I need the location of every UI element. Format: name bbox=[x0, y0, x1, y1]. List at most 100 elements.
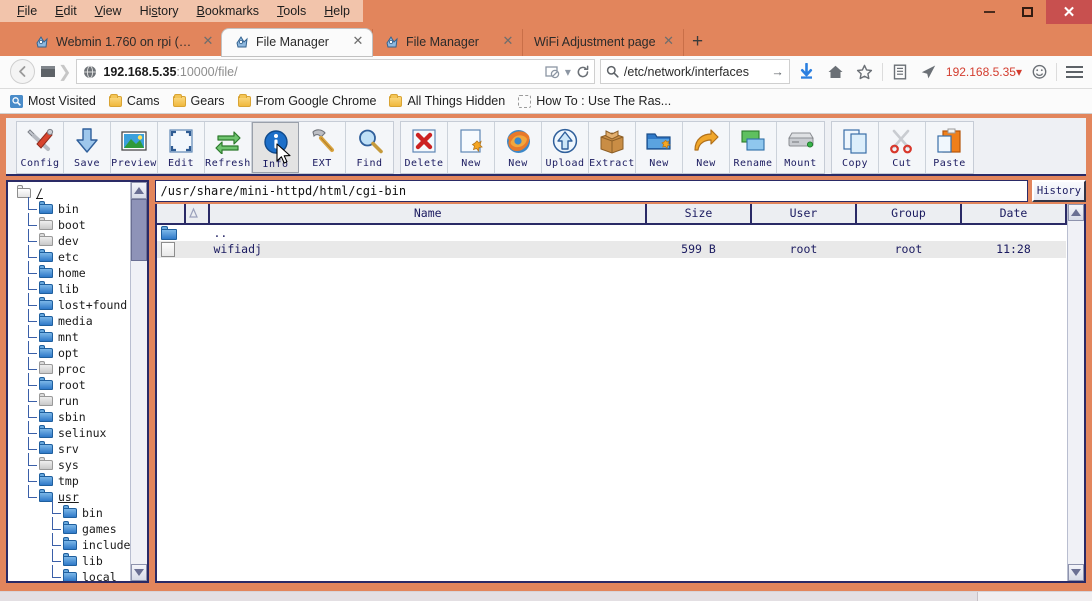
page-horizontal-scrollbar[interactable] bbox=[0, 591, 1092, 601]
toolbar-paste-button[interactable]: Paste bbox=[926, 122, 973, 173]
tree-node-etc[interactable]: etc bbox=[16, 249, 130, 265]
back-button[interactable] bbox=[10, 59, 35, 84]
scroll-track[interactable] bbox=[131, 199, 147, 564]
column-select-all[interactable] bbox=[157, 204, 185, 224]
row-name[interactable]: .. bbox=[209, 224, 646, 241]
toolbar-cut-button[interactable]: Cut bbox=[879, 122, 926, 173]
minimize-button[interactable] bbox=[970, 0, 1008, 24]
menu-help[interactable]: Help bbox=[315, 2, 359, 20]
file-list-scrollbar[interactable] bbox=[1067, 204, 1084, 581]
downloads-icon[interactable] bbox=[795, 59, 819, 85]
menu-file[interactable]: File bbox=[8, 2, 46, 20]
block-images-icon[interactable] bbox=[545, 65, 560, 79]
toolbar-find-button[interactable]: Find bbox=[346, 122, 393, 173]
tree-node-tmp[interactable]: tmp bbox=[16, 473, 130, 489]
tree-node-proc[interactable]: proc bbox=[16, 361, 130, 377]
bookmark-from-google-chrome[interactable]: From Google Chrome bbox=[238, 94, 377, 108]
bookmark-cams[interactable]: Cams bbox=[109, 94, 160, 108]
toolbar-new-browser-button[interactable]: New bbox=[495, 122, 542, 173]
column-user[interactable]: User bbox=[751, 204, 856, 224]
tab-file-manager-2[interactable]: File Manager ✕ bbox=[372, 29, 522, 56]
tree-node-usr[interactable]: usr bbox=[16, 489, 130, 505]
column-name[interactable]: Name bbox=[209, 204, 646, 224]
home-icon[interactable] bbox=[824, 59, 848, 85]
row-check-cell[interactable] bbox=[185, 224, 209, 241]
toolbar-delete-button[interactable]: Delete bbox=[401, 122, 448, 173]
tree-node-usr-include[interactable]: include bbox=[16, 537, 130, 553]
row-check-cell[interactable] bbox=[185, 241, 209, 258]
tree-node-usr-bin[interactable]: bin bbox=[16, 505, 130, 521]
tab-close-icon[interactable]: ✕ bbox=[502, 36, 514, 48]
toolbar-edit-button[interactable]: Edit bbox=[158, 122, 205, 173]
column-group[interactable]: Group bbox=[856, 204, 961, 224]
tab-wifi-adjustment[interactable]: WiFi Adjustment page ✕ bbox=[522, 29, 683, 56]
menu-history[interactable]: History bbox=[131, 2, 188, 20]
toolbar-info-button[interactable]: Info bbox=[252, 122, 299, 173]
menu-view[interactable]: View bbox=[86, 2, 131, 20]
close-button[interactable]: ✕ bbox=[1046, 0, 1092, 24]
tree-node-usr-local[interactable]: local bbox=[16, 569, 130, 581]
toolbar-extract-button[interactable]: Extract bbox=[589, 122, 636, 173]
tree-node-selinux[interactable]: selinux bbox=[16, 425, 130, 441]
identity-indicator[interactable]: 192.168.5.35▾ bbox=[946, 65, 1022, 79]
new-tab-button[interactable]: + bbox=[683, 29, 713, 56]
tab-close-icon[interactable]: ✕ bbox=[663, 36, 675, 48]
toolbar-new-symlink-button[interactable]: New bbox=[683, 122, 730, 173]
tree-node-bin[interactable]: bin bbox=[16, 201, 130, 217]
tree-node-lib[interactable]: lib bbox=[16, 281, 130, 297]
toolbar-ext-button[interactable]: EXT bbox=[299, 122, 346, 173]
scroll-down-button[interactable] bbox=[1068, 564, 1084, 581]
row-name[interactable]: wifiadj bbox=[209, 241, 646, 258]
scroll-track[interactable] bbox=[1068, 221, 1084, 564]
tree-node-media[interactable]: media bbox=[16, 313, 130, 329]
tree-node-sys[interactable]: sys bbox=[16, 457, 130, 473]
table-row[interactable]: wifiadj 599 B root root 11:28 bbox=[157, 241, 1066, 258]
tree-node-home[interactable]: home bbox=[16, 265, 130, 281]
search-go-icon[interactable]: → bbox=[771, 65, 784, 79]
send-tab-icon[interactable] bbox=[917, 59, 941, 85]
toolbar-refresh-button[interactable]: Refresh bbox=[205, 122, 252, 173]
tree-node-boot[interactable]: boot bbox=[16, 217, 130, 233]
tree-node-usr-lib[interactable]: lib bbox=[16, 553, 130, 569]
menu-bookmarks[interactable]: Bookmarks bbox=[188, 2, 269, 20]
tree-node-dev[interactable]: dev bbox=[16, 233, 130, 249]
scroll-down-button[interactable] bbox=[131, 564, 147, 581]
menu-edit[interactable]: Edit bbox=[46, 2, 86, 20]
column-sort-icon[interactable] bbox=[185, 204, 209, 224]
toolbar-new-file-button[interactable]: New bbox=[448, 122, 495, 173]
search-input[interactable]: /etc/network/interfaces bbox=[624, 65, 767, 79]
toolbar-copy-button[interactable]: Copy bbox=[832, 122, 879, 173]
tree-node-root[interactable]: / bbox=[16, 185, 130, 201]
tree-node-run[interactable]: run bbox=[16, 393, 130, 409]
maximize-button[interactable] bbox=[1008, 0, 1046, 24]
tree-node-root-dir[interactable]: root bbox=[16, 377, 130, 393]
toolbar-config-button[interactable]: Config bbox=[17, 122, 64, 173]
search-bar[interactable]: /etc/network/interfaces → bbox=[600, 59, 790, 84]
menu-tools[interactable]: Tools bbox=[268, 2, 315, 20]
address-bar[interactable]: 192.168.5.35:10000/file/ ▾ bbox=[76, 59, 594, 84]
toolbar-save-button[interactable]: Save bbox=[64, 122, 111, 173]
toolbar-new-folder-button[interactable]: New bbox=[636, 122, 683, 173]
bookmark-most-visited[interactable]: Most Visited bbox=[10, 94, 96, 108]
chevron-down-icon[interactable]: ▾ bbox=[565, 65, 571, 79]
bookmark-all-things-hidden[interactable]: All Things Hidden bbox=[389, 94, 505, 108]
tab-file-manager-1[interactable]: File Manager ✕ bbox=[222, 29, 372, 56]
tree-node-lost-found[interactable]: lost+found bbox=[16, 297, 130, 313]
table-row[interactable]: .. bbox=[157, 224, 1066, 241]
bookmark-star-icon[interactable] bbox=[853, 59, 877, 85]
reload-icon[interactable] bbox=[576, 65, 590, 79]
scroll-thumb[interactable] bbox=[0, 592, 978, 601]
bookmark-how-to[interactable]: How To : Use The Ras... bbox=[518, 94, 671, 108]
scroll-thumb[interactable] bbox=[131, 199, 147, 261]
history-button[interactable]: History bbox=[1032, 180, 1086, 202]
toolbar-rename-button[interactable]: Rename bbox=[730, 122, 777, 173]
scroll-up-button[interactable] bbox=[131, 182, 147, 199]
tree-node-opt[interactable]: opt bbox=[16, 345, 130, 361]
tree-node-srv[interactable]: srv bbox=[16, 441, 130, 457]
toolbar-mount-button[interactable]: Mount bbox=[777, 122, 824, 173]
toolbar-preview-button[interactable]: Preview bbox=[111, 122, 158, 173]
path-input[interactable]: /usr/share/mini-httpd/html/cgi-bin bbox=[155, 180, 1028, 202]
tree-node-usr-games[interactable]: games bbox=[16, 521, 130, 537]
tree-scrollbar[interactable] bbox=[130, 182, 147, 581]
menu-hamburger-button[interactable] bbox=[1062, 59, 1086, 85]
